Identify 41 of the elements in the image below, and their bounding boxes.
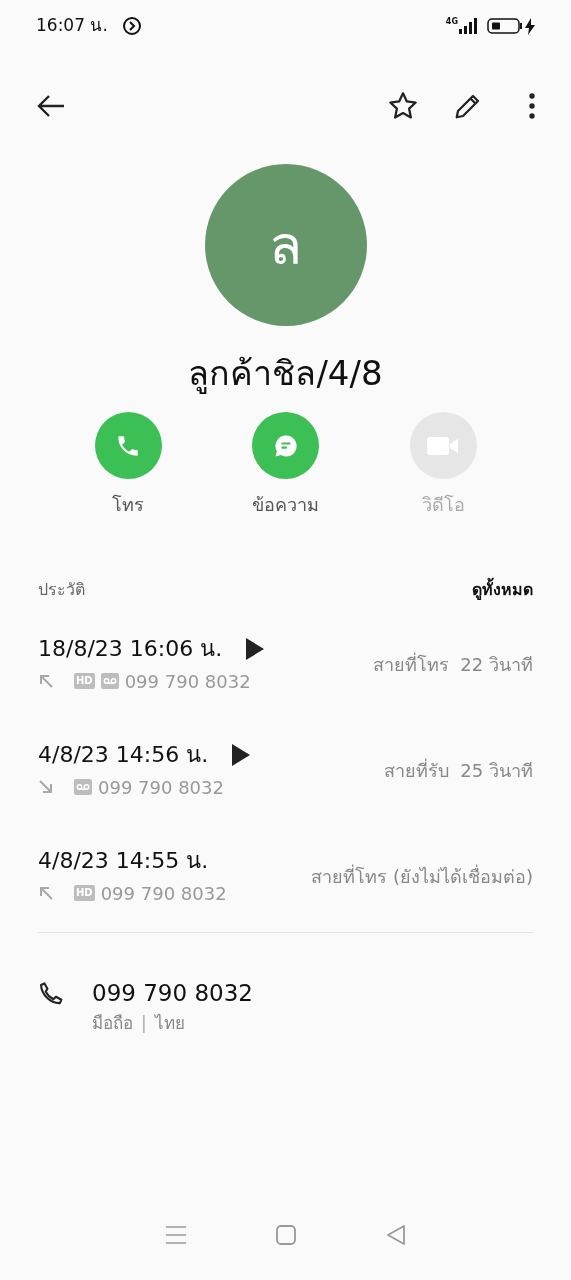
back-triangle-icon[interactable] [386, 1225, 407, 1245]
signal-icon [459, 18, 477, 34]
call-status: สายที่โทร (ยังไม่ได้เชื่อมต่อ) [311, 863, 533, 889]
play-icon[interactable] [246, 637, 265, 660]
history-heading: ประวัติ [38, 579, 85, 601]
call-number: 099 790 8032 [98, 775, 224, 800]
call-status: สายที่รับ 25 วินาที [383, 757, 533, 783]
battery-icon [487, 18, 523, 34]
incoming-arrow-icon [38, 779, 54, 795]
phone-type: มือถือ [92, 1012, 133, 1035]
separator: | [141, 1012, 147, 1035]
call-datetime: 18/8/23 16:06 น. [38, 634, 223, 663]
status-time: 16:07 น. [36, 14, 108, 38]
more-options-icon[interactable] [529, 93, 535, 119]
call-number: 099 790 8032 [100, 881, 227, 906]
phone-region: ไทย [154, 1012, 185, 1035]
star-icon[interactable] [387, 90, 419, 122]
outgoing-arrow-icon [38, 673, 54, 689]
charging-icon [525, 17, 535, 35]
call-datetime: 4/8/23 14:55 น. [38, 846, 209, 875]
outgoing-arrow-icon [38, 885, 54, 901]
call-status: สายที่โทร 22 วินาที [372, 651, 533, 677]
call-number: 099 790 8032 [124, 669, 251, 694]
call-datetime: 4/8/23 14:56 น. [38, 740, 209, 769]
call-log-row[interactable]: 4/8/23 14:55 น. HD 099 790 8032 สายที่โทร (ยังไม่ได้เชื่อมต่อ) [38, 840, 533, 912]
action-label: โทร [112, 493, 144, 517]
home-square-icon[interactable] [276, 1225, 297, 1245]
view-all-link[interactable]: ดูทั้งหมด [472, 578, 533, 602]
network-type: 4G [445, 16, 458, 28]
call-log-row[interactable]: 4/8/23 14:56 น. 099 790 8032 สายที่รับ 25 วินาที [38, 734, 533, 806]
play-icon[interactable] [232, 743, 251, 766]
contact-avatar: ล [204, 164, 367, 326]
phone-number: 099 790 8032 [92, 979, 253, 1008]
hd-badge: HD [74, 673, 95, 689]
call-log-row[interactable]: 18/8/23 16:06 น. HD 099 790 8032 สายที่โทร 22 วินาที [38, 628, 533, 700]
contact-name: ลูกค้าชิล/4/8 [188, 352, 383, 396]
action-label: ข้อความ [252, 493, 319, 517]
hd-badge: HD [74, 885, 95, 901]
back-arrow-icon[interactable] [36, 94, 66, 118]
action-label: วิดีโอ [421, 493, 465, 517]
screen-record-icon [121, 16, 142, 36]
